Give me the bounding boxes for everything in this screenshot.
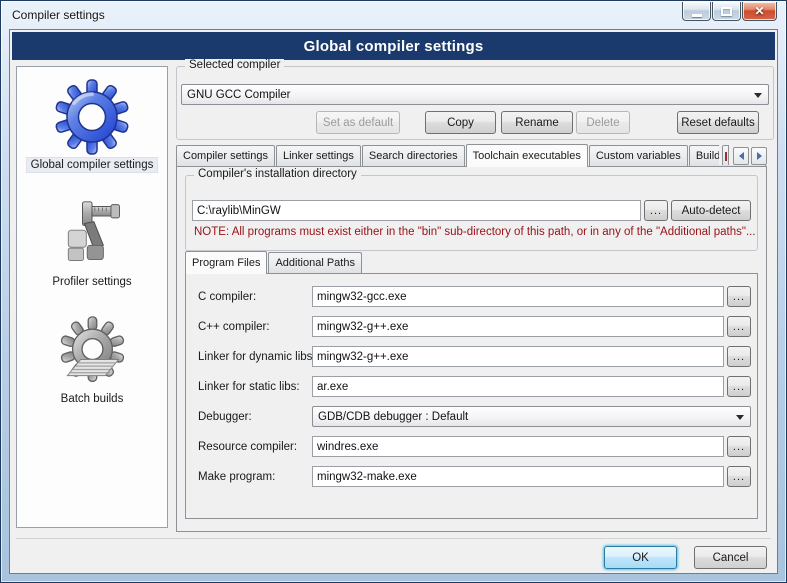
browse-make-program-button[interactable]: ... bbox=[727, 466, 751, 487]
program-files-tab-strip: Program Files Additional Paths bbox=[185, 251, 363, 273]
tab-custom-variables[interactable]: Custom variables bbox=[589, 145, 688, 166]
tab-scroll-controls bbox=[719, 145, 767, 165]
field-label: Make program: bbox=[198, 471, 312, 483]
field-row-make-program: Make program: ... bbox=[198, 466, 751, 487]
selected-compiler-legend: Selected compiler bbox=[185, 59, 284, 71]
delete-button: Delete bbox=[576, 111, 630, 134]
tab-search-directories[interactable]: Search directories bbox=[362, 145, 465, 166]
close-button[interactable]: ✕ bbox=[742, 2, 777, 21]
maximize-icon bbox=[721, 7, 732, 16]
debugger-select[interactable]: GDB/CDB debugger : Default bbox=[312, 406, 751, 427]
tab-compiler-settings[interactable]: Compiler settings bbox=[176, 145, 275, 166]
tab-scroll-right-icon bbox=[757, 152, 762, 160]
chevron-down-icon bbox=[754, 93, 762, 98]
linker-static-input[interactable] bbox=[312, 376, 724, 397]
page-title: Global compiler settings bbox=[304, 38, 484, 55]
caption-buttons: ✕ bbox=[682, 2, 777, 21]
copy-button[interactable]: Copy bbox=[425, 111, 496, 134]
minimize-button[interactable] bbox=[682, 2, 711, 21]
footer-buttons: OK Cancel bbox=[604, 546, 767, 569]
rename-button[interactable]: Rename bbox=[501, 111, 573, 134]
debugger-select-value: GDB/CDB debugger : Default bbox=[318, 411, 468, 423]
field-label: C++ compiler: bbox=[198, 321, 312, 333]
installation-note: NOTE: All programs must exist either in … bbox=[194, 226, 756, 238]
field-label: Linker for static libs: bbox=[198, 381, 312, 393]
field-row-cpp-compiler: C++ compiler: ... bbox=[198, 316, 751, 337]
browse-cpp-compiler-button[interactable]: ... bbox=[727, 316, 751, 337]
settings-tab-strip: Compiler settings Linker settings Search… bbox=[176, 143, 767, 166]
program-files-page: C compiler: ... C++ compiler: ... Linker… bbox=[185, 273, 758, 519]
tab-scroll-left-button[interactable] bbox=[733, 147, 749, 165]
set-as-default-button: Set as default bbox=[316, 111, 400, 134]
field-label: Debugger: bbox=[198, 411, 312, 423]
field-row-resource-compiler: Resource compiler: ... bbox=[198, 436, 751, 457]
tab-scroll-right-button[interactable] bbox=[751, 147, 767, 165]
tab-partial[interactable] bbox=[722, 145, 729, 165]
close-icon: ✕ bbox=[754, 5, 764, 17]
field-label: Linker for dynamic libs: bbox=[198, 351, 312, 363]
compiler-select-value: GNU GCC Compiler bbox=[187, 89, 291, 101]
sidebar-item-profiler-settings[interactable]: Profiler settings bbox=[48, 196, 135, 289]
cancel-button[interactable]: Cancel bbox=[694, 546, 767, 569]
compiler-settings-dialog: Compiler settings ✕ Global compiler sett… bbox=[0, 0, 787, 583]
maximize-button[interactable] bbox=[712, 2, 741, 21]
c-compiler-input[interactable] bbox=[312, 286, 724, 307]
gray-gear-stack-icon bbox=[56, 315, 128, 387]
tab-program-files[interactable]: Program Files bbox=[185, 251, 267, 274]
field-row-debugger: Debugger: GDB/CDB debugger : Default bbox=[198, 406, 751, 427]
selected-compiler-group: Selected compiler GNU GCC Compiler Set a… bbox=[176, 66, 774, 140]
sidebar-item-label: Global compiler settings bbox=[27, 158, 158, 172]
installation-directory-group: Compiler's installation directory ... Au… bbox=[185, 175, 758, 251]
settings-category-list: Global compiler settings bbox=[16, 66, 168, 528]
reset-defaults-button[interactable]: Reset defaults bbox=[677, 111, 759, 134]
tab-linker-settings[interactable]: Linker settings bbox=[276, 145, 361, 166]
sidebar-item-label: Batch builds bbox=[57, 392, 128, 406]
field-label: C compiler: bbox=[198, 291, 312, 303]
minimize-icon bbox=[692, 14, 702, 17]
caliper-icon bbox=[56, 198, 128, 270]
field-label: Resource compiler: bbox=[198, 441, 312, 453]
auto-detect-button[interactable]: Auto-detect bbox=[671, 200, 751, 221]
browse-directory-button[interactable]: ... bbox=[644, 200, 668, 221]
compiler-select[interactable]: GNU GCC Compiler bbox=[181, 84, 769, 105]
field-row-linker-dynamic: Linker for dynamic libs: ... bbox=[198, 346, 751, 367]
window-title: Compiler settings bbox=[12, 8, 105, 22]
cpp-compiler-input[interactable] bbox=[312, 316, 724, 337]
resource-compiler-input[interactable] bbox=[312, 436, 724, 457]
browse-linker-dynamic-button[interactable]: ... bbox=[727, 346, 751, 367]
browse-resource-compiler-button[interactable]: ... bbox=[727, 436, 751, 457]
tab-additional-paths[interactable]: Additional Paths bbox=[268, 252, 362, 273]
blue-gear-icon bbox=[54, 79, 130, 155]
field-row-c-compiler: C compiler: ... bbox=[198, 286, 751, 307]
compiler-buttons-row: Set as default Copy Rename Delete Reset … bbox=[177, 111, 759, 134]
titlebar[interactable]: Compiler settings bbox=[1, 1, 786, 29]
tab-scroll-left-icon bbox=[739, 152, 744, 160]
installation-directory-legend: Compiler's installation directory bbox=[194, 168, 361, 180]
toolchain-executables-page: Compiler's installation directory ... Au… bbox=[176, 166, 767, 532]
dialog-header: Global compiler settings bbox=[12, 32, 775, 60]
make-program-input[interactable] bbox=[312, 466, 724, 487]
tab-toolchain-executables[interactable]: Toolchain executables bbox=[466, 144, 588, 167]
sidebar-item-global-compiler-settings[interactable]: Global compiler settings bbox=[27, 79, 158, 172]
browse-linker-static-button[interactable]: ... bbox=[727, 376, 751, 397]
installation-directory-input[interactable] bbox=[192, 200, 641, 221]
dialog-client-area: Global compiler settings bbox=[9, 29, 778, 574]
ok-button[interactable]: OK bbox=[604, 546, 677, 569]
browse-c-compiler-button[interactable]: ... bbox=[727, 286, 751, 307]
sidebar-item-batch-builds[interactable]: Batch builds bbox=[54, 313, 130, 406]
field-row-linker-static: Linker for static libs: ... bbox=[198, 376, 751, 397]
linker-dynamic-input[interactable] bbox=[312, 346, 724, 367]
sidebar-item-label: Profiler settings bbox=[48, 275, 135, 289]
chevron-down-icon bbox=[736, 415, 744, 420]
installation-directory-row: ... Auto-detect bbox=[192, 200, 751, 221]
footer-divider bbox=[16, 538, 771, 539]
